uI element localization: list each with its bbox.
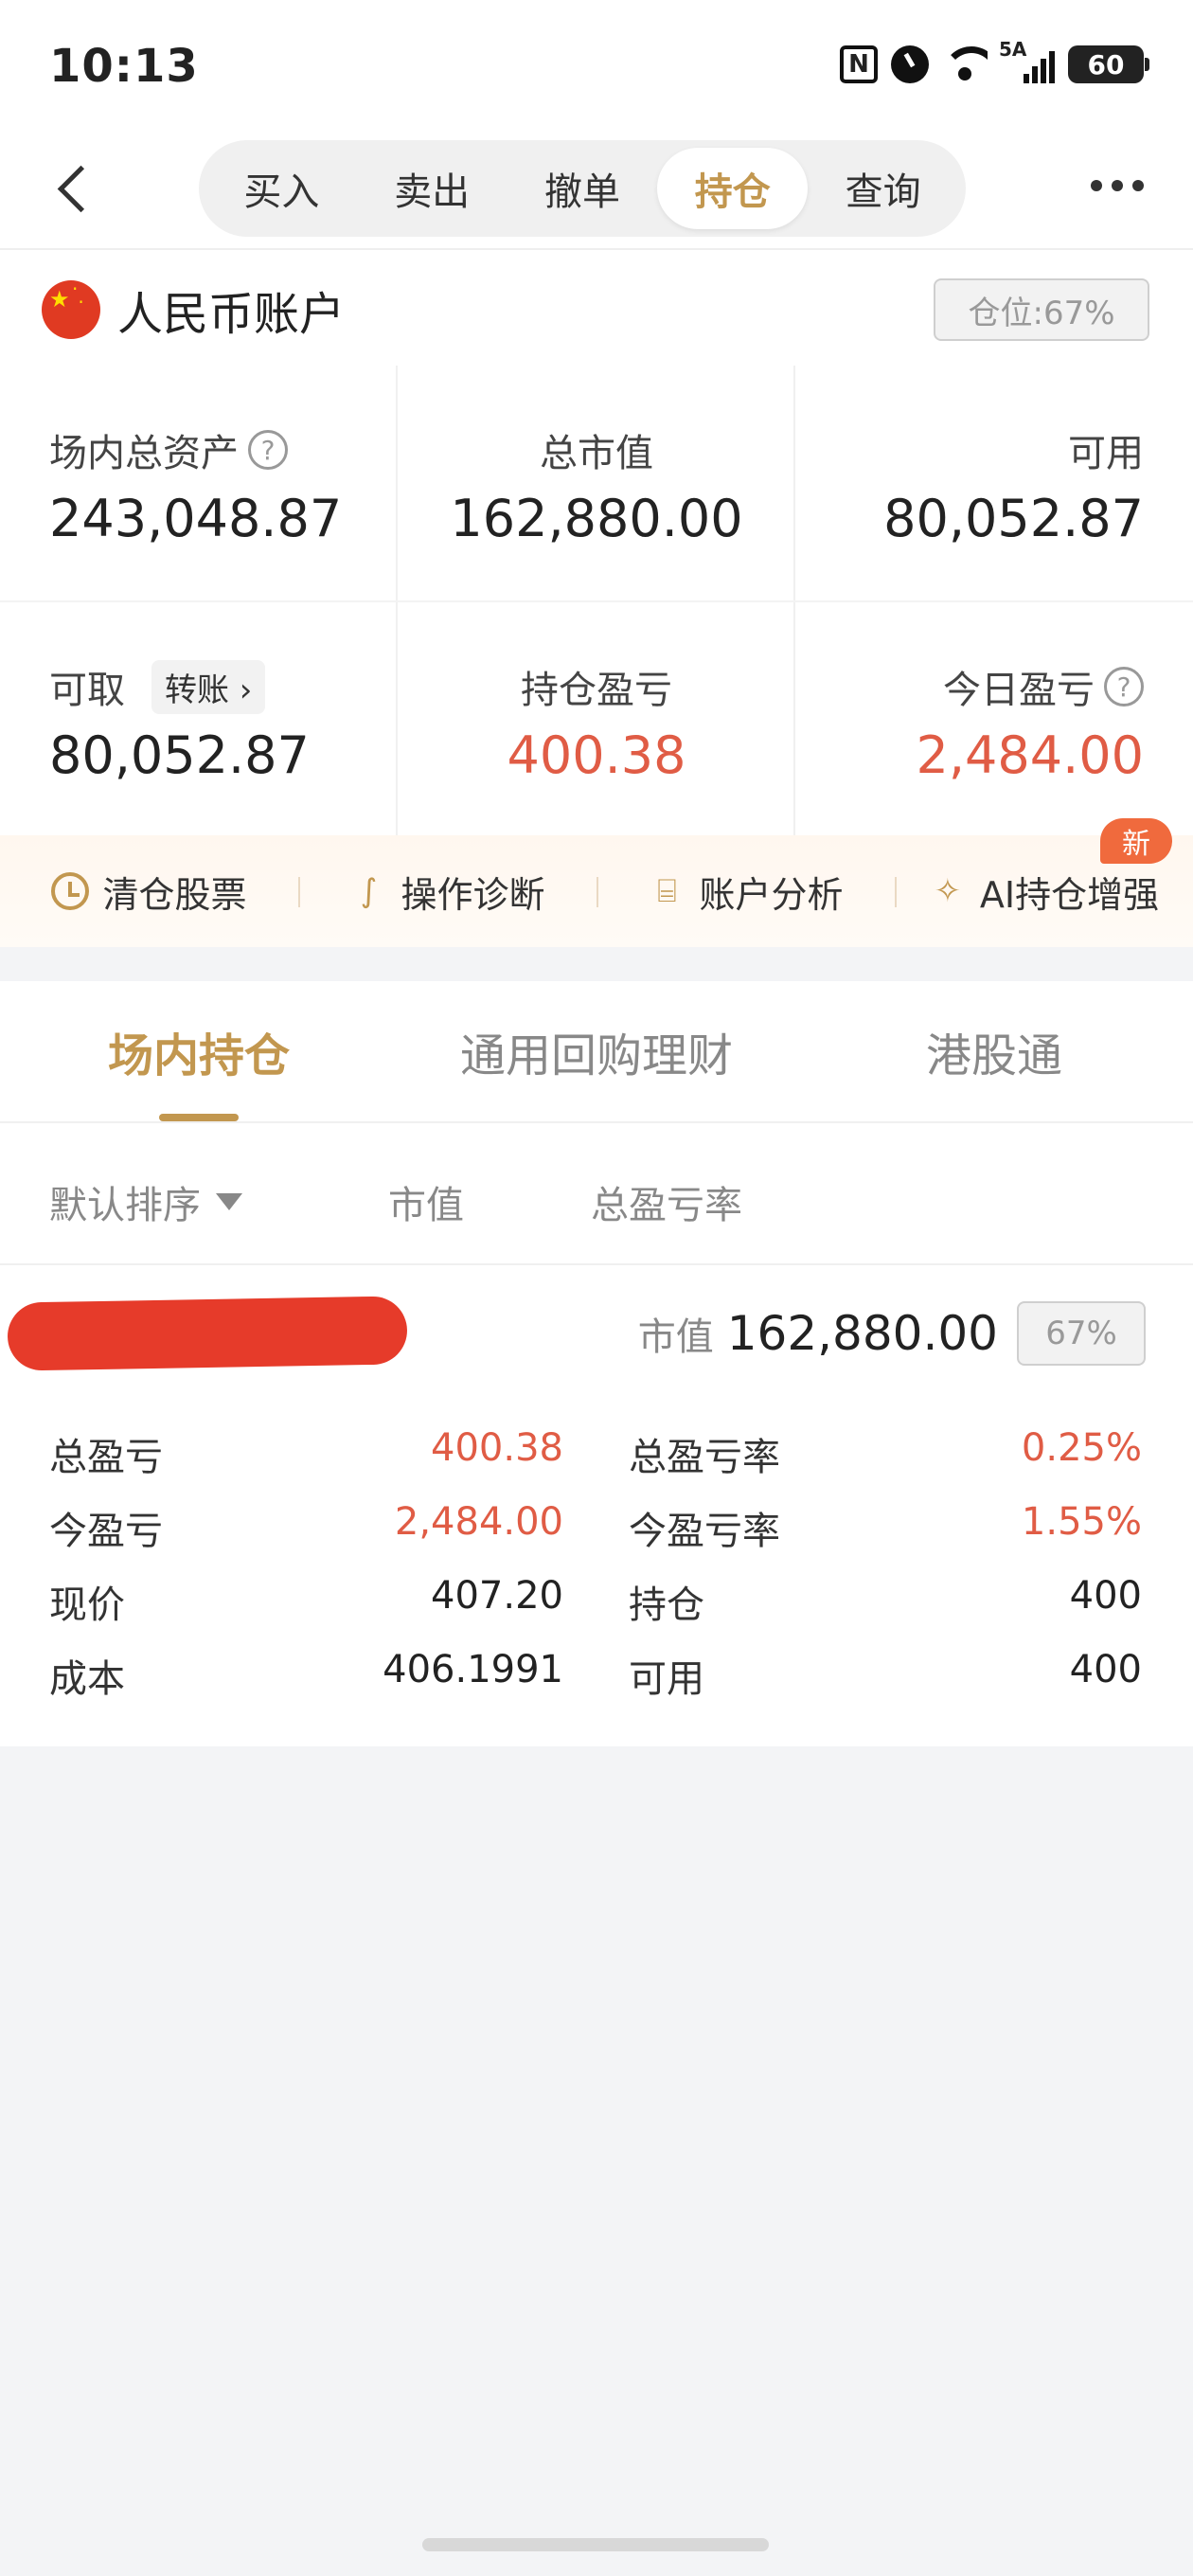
tab-sell[interactable]: 卖出 <box>357 148 507 229</box>
status-bar: 10:13 N 5A 60 <box>0 0 1193 133</box>
tab-positions[interactable]: 持仓 <box>657 148 809 229</box>
holding-market-value: 市值 162,880.00 67% <box>638 1301 1146 1366</box>
help-icon[interactable]: ? <box>248 430 288 470</box>
holding-mv-label: 市值 <box>637 1315 714 1359</box>
trade-tabs: 买入 卖出 撤单 持仓 查询 <box>199 140 966 237</box>
holding-mv-value: 162,880.00 <box>726 1306 998 1361</box>
today-pnl-value: 2,484.00 <box>916 725 1144 785</box>
holding-tabs: 场内持仓 通用回购理财 港股通 <box>0 981 1193 1121</box>
withdrawable-value: 80,052.87 <box>49 725 310 785</box>
today-pnl-label: 今日盈亏 ? <box>943 659 1144 714</box>
holding-pct-badge: 67% <box>1017 1301 1146 1366</box>
signal-icon: 5A <box>999 38 1055 83</box>
holding-card[interactable]: 市值 162,880.00 67% 总盈亏 400.38 总盈亏率 0.25% … <box>0 1263 1193 1746</box>
alarm-icon <box>891 45 929 83</box>
tab-cancel[interactable]: 撤单 <box>507 148 658 229</box>
battery-icon: 60 <box>1068 45 1149 83</box>
redacted-stock-name <box>7 1296 408 1371</box>
clear-stocks-tool[interactable]: 清仓股票 <box>0 866 298 918</box>
back-icon[interactable] <box>49 161 106 218</box>
asset-grid: 场内总资产 ? 243,048.87 总市值 162,880.00 可用 80,… <box>0 366 1193 839</box>
help-icon[interactable]: ? <box>1104 667 1144 707</box>
withdrawable-label: 可取 转账 › <box>49 659 266 714</box>
new-badge: 新 <box>1100 818 1172 864</box>
china-flag-icon <box>42 280 100 339</box>
sort-bar: 默认排序 市值 总盈亏率 <box>0 1121 1193 1263</box>
detail-row: 现价 407.20 持仓 400 <box>49 1574 1142 1627</box>
tab-query[interactable]: 查询 <box>808 148 958 229</box>
stethoscope-icon: ∫ <box>360 872 378 910</box>
wifi-icon <box>942 46 988 82</box>
nav-bar: 买入 卖出 撤单 持仓 查询 <box>0 133 1193 248</box>
tab-buy[interactable]: 买入 <box>206 148 357 229</box>
status-time: 10:13 <box>49 40 199 93</box>
tab-onsite-holdings[interactable]: 场内持仓 <box>0 981 398 1121</box>
dropdown-arrow-icon <box>216 1193 242 1210</box>
tab-hk-connect[interactable]: 港股通 <box>795 981 1193 1121</box>
transfer-button[interactable]: 转账 › <box>151 659 266 714</box>
total-assets-label: 场内总资产 ? <box>49 422 288 477</box>
detail-row: 今盈亏 2,484.00 今盈亏率 1.55% <box>49 1500 1142 1553</box>
position-ratio-badge: 仓位:67% <box>934 278 1149 341</box>
account-title: 人民币账户 <box>117 288 346 341</box>
available-label: 可用 <box>1068 432 1144 475</box>
tab-repo-finance[interactable]: 通用回购理财 <box>398 981 795 1121</box>
position-pnl-label: 持仓盈亏 <box>521 669 672 712</box>
clock-icon <box>51 872 90 910</box>
account-header: 人民币账户 <box>42 277 345 343</box>
status-icons: N 5A 60 <box>840 38 1149 83</box>
market-value-label: 总市值 <box>540 432 653 475</box>
nfc-icon: N <box>840 45 878 83</box>
total-assets-value: 243,048.87 <box>49 489 343 548</box>
sort-market-value[interactable]: 市值 <box>388 1174 464 1229</box>
home-indicator[interactable] <box>422 2538 769 2551</box>
sort-default[interactable]: 默认排序 <box>49 1174 242 1229</box>
signal-label: 5A <box>999 38 1027 61</box>
position-pnl-value: 400.38 <box>507 725 686 785</box>
tools-strip: 清仓股票 ∫ 操作诊断 ⌸ 账户分析 ✧ AI持仓增强 <box>0 835 1193 947</box>
sparkle-icon: ✧ <box>934 872 962 910</box>
sort-total-rate[interactable]: 总盈亏率 <box>591 1174 742 1229</box>
detail-row: 成本 406.1991 可用 400 <box>49 1648 1142 1701</box>
operation-diagnosis-tool[interactable]: ∫ 操作诊断 <box>298 866 596 918</box>
detail-row: 总盈亏 400.38 总盈亏率 0.25% <box>49 1426 1142 1479</box>
account-analysis-tool[interactable]: ⌸ 账户分析 <box>596 866 895 918</box>
available-value: 80,052.87 <box>883 489 1144 548</box>
ai-position-tool[interactable]: ✧ AI持仓增强 <box>895 866 1193 918</box>
chart-monitor-icon: ⌸ <box>657 872 677 910</box>
account-summary: 人民币账户 仓位:67% 场内总资产 ? 243,048.87 总市值 162,… <box>0 248 1193 839</box>
more-icon[interactable] <box>1091 180 1144 191</box>
market-value-value: 162,880.00 <box>450 489 743 548</box>
